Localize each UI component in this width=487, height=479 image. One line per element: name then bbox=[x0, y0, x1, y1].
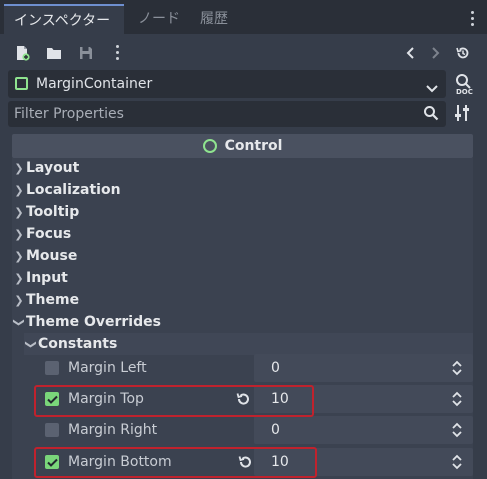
subgroup-label: Constants bbox=[38, 336, 118, 352]
group-focus[interactable]: ❯ Focus bbox=[12, 223, 473, 245]
chevron-down-icon: ❯ bbox=[24, 339, 38, 349]
margin-left-value: 0 bbox=[271, 360, 280, 376]
spinner-icon[interactable] bbox=[451, 359, 463, 377]
group-tooltip[interactable]: ❯ Tooltip bbox=[12, 201, 473, 223]
margin-right-value-field[interactable]: 0 bbox=[254, 416, 473, 444]
group-theme-overrides[interactable]: ❯ Theme Overrides bbox=[12, 311, 473, 333]
search-icon bbox=[423, 105, 439, 125]
group-label: Localization bbox=[26, 182, 121, 198]
margin-right-label: Margin Right bbox=[68, 422, 158, 438]
chevron-right-icon: ❯ bbox=[14, 293, 24, 307]
group-layout[interactable]: ❯ Layout bbox=[12, 157, 473, 179]
group-label: Tooltip bbox=[26, 204, 80, 220]
control-icon bbox=[202, 139, 217, 153]
history-forward-icon[interactable] bbox=[424, 42, 446, 64]
group-label: Theme Overrides bbox=[26, 314, 161, 330]
margin-right-value: 0 bbox=[271, 422, 280, 438]
margin-left-label: Margin Left bbox=[68, 360, 147, 376]
group-theme[interactable]: ❯ Theme bbox=[12, 289, 473, 311]
tab-history[interactable]: 履歴 bbox=[198, 4, 230, 34]
history-back-icon[interactable] bbox=[400, 42, 422, 64]
chevron-right-icon: ❯ bbox=[14, 227, 24, 241]
subgroup-constants[interactable]: ❯ Constants bbox=[24, 333, 473, 355]
group-label: Input bbox=[26, 270, 68, 286]
chevron-right-icon: ❯ bbox=[14, 161, 24, 175]
group-mouse[interactable]: ❯ Mouse bbox=[12, 245, 473, 267]
filter-placeholder: Filter Properties bbox=[14, 106, 124, 122]
open-documentation-icon[interactable]: DOC bbox=[452, 72, 474, 96]
highlight-margin-top bbox=[34, 385, 314, 417]
save-icon[interactable] bbox=[75, 42, 97, 64]
highlight-margin-bottom bbox=[34, 447, 317, 478]
group-label: Layout bbox=[26, 160, 80, 176]
margin-left-checkbox[interactable] bbox=[45, 361, 59, 375]
group-label: Mouse bbox=[26, 248, 78, 264]
margin-left-value-field[interactable]: 0 bbox=[254, 354, 473, 382]
new-resource-icon[interactable] bbox=[11, 42, 33, 64]
object-history-icon[interactable] bbox=[452, 42, 474, 64]
spinner-icon[interactable] bbox=[451, 390, 463, 408]
group-label: Focus bbox=[26, 226, 72, 242]
spinner-icon[interactable] bbox=[451, 453, 463, 471]
property-options-icon[interactable] bbox=[454, 104, 470, 126]
chevron-down-icon: ❯ bbox=[12, 317, 26, 327]
tab-inspector[interactable]: インスペクター bbox=[4, 4, 124, 34]
spinner-icon[interactable] bbox=[451, 421, 463, 439]
chevron-right-icon: ❯ bbox=[14, 249, 24, 263]
chevron-right-icon: ❯ bbox=[14, 183, 24, 197]
tab-menu-icon[interactable] bbox=[471, 11, 475, 29]
section-title: Control bbox=[224, 138, 283, 154]
object-selector-value: MarginContainer bbox=[36, 76, 153, 92]
tab-node[interactable]: ノード bbox=[136, 4, 182, 34]
chevron-right-icon: ❯ bbox=[14, 271, 24, 285]
open-folder-icon[interactable] bbox=[43, 42, 65, 64]
margin-container-icon bbox=[15, 77, 28, 90]
svg-text:DOC: DOC bbox=[456, 88, 473, 96]
margin-right-checkbox[interactable] bbox=[45, 423, 59, 437]
more-options-icon[interactable] bbox=[116, 45, 120, 63]
group-label: Theme bbox=[26, 292, 80, 308]
group-input[interactable]: ❯ Input bbox=[12, 267, 473, 289]
section-header-control[interactable]: Control bbox=[12, 134, 473, 158]
chevron-right-icon: ❯ bbox=[14, 205, 24, 219]
group-localization[interactable]: ❯ Localization bbox=[12, 179, 473, 201]
chevron-down-icon[interactable] bbox=[426, 79, 438, 98]
